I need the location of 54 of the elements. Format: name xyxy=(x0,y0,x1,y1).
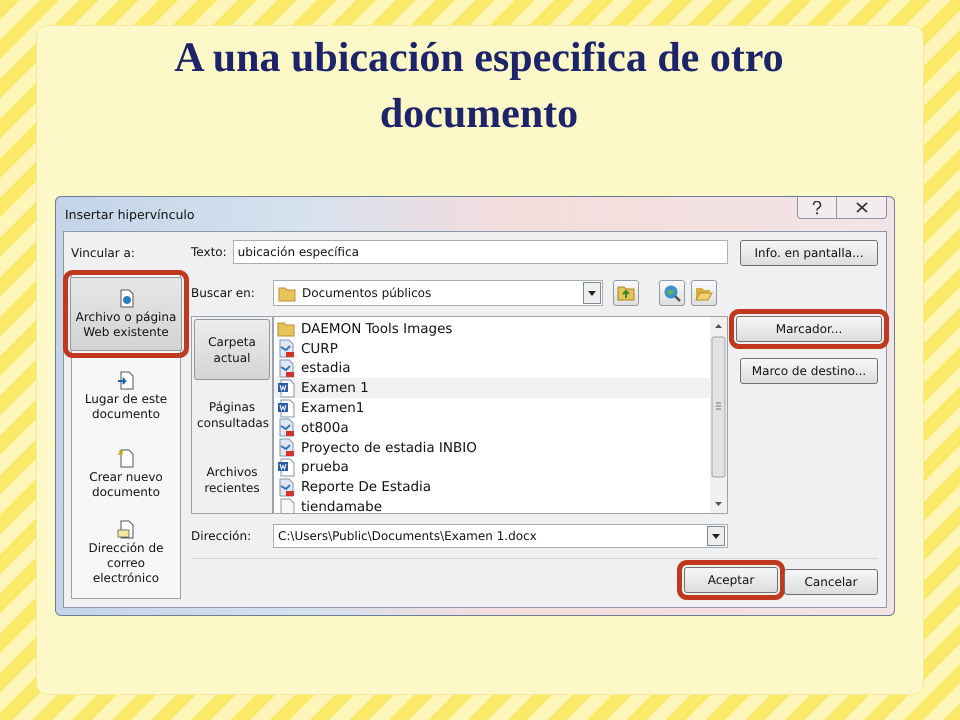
mail-document-icon xyxy=(116,518,136,538)
help-button[interactable] xyxy=(797,197,837,219)
field-label: Texto: xyxy=(191,245,227,259)
places-tab[interactable]: Archivos recientes xyxy=(194,450,270,511)
field-label: Vincular a: xyxy=(71,245,136,260)
look-in-dropdown[interactable]: Documentos públicos xyxy=(273,280,603,306)
dialog-button[interactable]: Marcador... xyxy=(736,316,882,342)
field-label: Dirección: xyxy=(191,529,252,543)
link-target-button[interactable]: Dirección de correo electrónico xyxy=(74,515,178,589)
word-file-icon xyxy=(277,398,295,418)
address-dropdown[interactable]: C:\Users\Public\Documents\Examen 1.docx xyxy=(273,524,728,548)
file-list-item[interactable]: estadia xyxy=(274,358,710,378)
pdf-file-icon xyxy=(277,438,295,458)
file-list-item[interactable]: tiendamabe xyxy=(274,497,710,513)
new-document-icon xyxy=(116,448,136,468)
dialog-button[interactable]: Marco de destino... xyxy=(740,358,878,384)
pdf-file-icon xyxy=(277,478,295,497)
file-list-item[interactable]: CURP xyxy=(274,338,710,359)
file-list-item[interactable]: prueba xyxy=(274,458,710,478)
places-tab[interactable]: Páginas consultadas xyxy=(194,384,270,446)
window-title: Insertar hipervínculo xyxy=(65,206,194,222)
browse-web-button[interactable] xyxy=(659,280,685,306)
dropdown-arrow-icon xyxy=(712,534,720,538)
close-icon xyxy=(856,202,868,213)
pdf-file-icon xyxy=(277,358,295,378)
close-button[interactable] xyxy=(837,197,887,219)
link-target-button[interactable]: Lugar de este documento xyxy=(74,359,178,433)
field-label: Buscar en: xyxy=(191,286,256,300)
browse-file-button[interactable] xyxy=(691,280,717,306)
dropdown-arrow-icon xyxy=(588,290,596,296)
word-file-icon xyxy=(277,378,295,398)
pdf-file-icon xyxy=(277,339,295,358)
file-list-item[interactable]: Proyecto de estadia INBIO xyxy=(274,438,710,458)
file-list-item[interactable]: Reporte De Estadia xyxy=(274,477,710,498)
file-list-item[interactable]: ot800a xyxy=(274,418,710,438)
dialog-button[interactable]: Cancelar xyxy=(784,569,878,595)
help-icon xyxy=(812,200,822,214)
screen-tip-button[interactable]: Info. en pantalla... xyxy=(740,240,878,266)
link-target-button[interactable]: Crear nuevo documento xyxy=(74,437,178,511)
pdf-file-icon xyxy=(277,418,295,438)
document-arrow-icon xyxy=(116,370,136,390)
slide-title: A una ubicación especifica de otro documento xyxy=(173,34,785,139)
dialog-button[interactable]: Aceptar xyxy=(684,567,778,593)
file-list-item[interactable]: Examen 1 xyxy=(274,378,710,398)
text-field[interactable]: ubicación específica xyxy=(232,240,728,264)
places-tab[interactable]: Carpeta actual xyxy=(194,319,270,380)
folder-up-icon xyxy=(617,285,635,301)
open-folder-icon xyxy=(695,285,713,301)
file-list-item[interactable]: DAEMON Tools Images xyxy=(274,319,710,339)
word-file-icon xyxy=(277,458,295,477)
file-list-item[interactable]: Examen1 xyxy=(274,398,710,418)
globe-search-icon xyxy=(663,284,681,302)
link-target-button[interactable]: Archivo o página Web existente xyxy=(70,277,182,351)
up-folder-button[interactable] xyxy=(613,280,639,306)
